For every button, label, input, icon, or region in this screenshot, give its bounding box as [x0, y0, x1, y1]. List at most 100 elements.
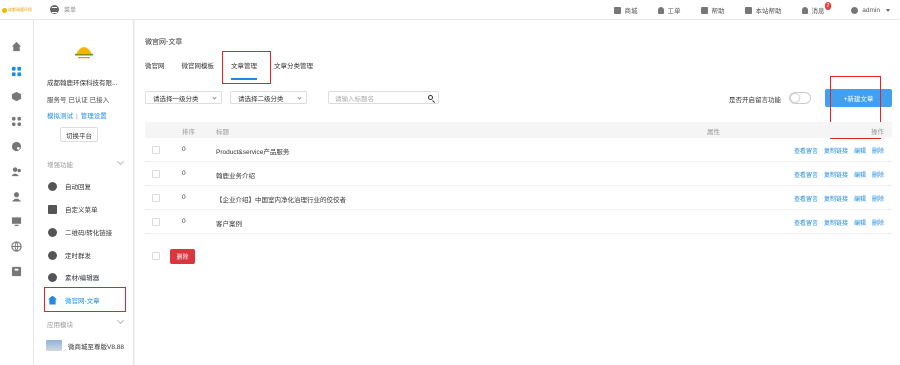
category-level2-select[interactable]: 请选择二级分类: [230, 91, 307, 104]
row-checkbox[interactable]: [152, 146, 160, 154]
article-table: 排序 标题 属性 操作 0 Product&service产品服务 查看留言 复…: [145, 122, 892, 234]
store-icon: [613, 6, 621, 14]
nav-tickets[interactable]: 工单: [657, 5, 681, 15]
sidebar-item-scheduled-send[interactable]: 定时群发: [48, 250, 91, 260]
row-actions: 查看留言 复制链接 编辑 删除: [794, 218, 884, 227]
link-separator: |: [76, 113, 78, 120]
copy-link-link[interactable]: 复制链接: [824, 194, 848, 203]
nav-messages[interactable]: 消息 2: [801, 2, 832, 15]
switch-platform-button[interactable]: 切换平台: [60, 127, 98, 142]
select-value: 请选择一级分类: [153, 95, 199, 103]
tab-article-category[interactable]: 文章分类管理: [274, 60, 313, 80]
rail-box-icon[interactable]: [11, 266, 22, 277]
nav-user[interactable]: admin: [851, 6, 890, 14]
company-logo: [73, 42, 95, 60]
icon-rail: [0, 20, 34, 365]
row-checkbox[interactable]: [152, 194, 160, 202]
section-apps-title: 应用模块: [47, 322, 73, 329]
rail-grid-icon[interactable]: [11, 116, 22, 127]
rail-user-icon[interactable]: [11, 191, 22, 202]
rail-cube-icon[interactable]: [11, 91, 22, 102]
app-logo[interactable]: 成都瑞鹿环保: [0, 0, 34, 20]
delete-link[interactable]: 删除: [872, 170, 884, 179]
row-checkbox[interactable]: [152, 170, 160, 178]
message-count-badge: 2: [824, 2, 832, 10]
row-title: 客户案例: [216, 221, 242, 228]
chevron-down-icon[interactable]: [116, 157, 125, 166]
main-panel: 微官网-文章 微官网 微官网模板 文章管理 文章分类管理 请选择一级分类 请选择…: [135, 20, 900, 365]
copy-link-link[interactable]: 复制链接: [824, 218, 848, 227]
manage-settings-link[interactable]: 管理设置: [81, 113, 107, 120]
tab-micro-site[interactable]: 微官网: [145, 60, 165, 80]
rail-globe-icon[interactable]: [11, 241, 22, 252]
delete-link[interactable]: 删除: [872, 146, 884, 155]
delete-link[interactable]: 删除: [872, 218, 884, 227]
edit-link[interactable]: 编辑: [854, 170, 866, 179]
category-level1-select[interactable]: 请选择一级分类: [145, 91, 222, 104]
highlight-box-sidebar: [44, 287, 126, 312]
chevron-down-icon[interactable]: [116, 316, 125, 325]
chevron-down-icon: [297, 95, 302, 100]
copy-link-link[interactable]: 复制链接: [824, 146, 848, 155]
edit-icon: [48, 272, 57, 282]
nav-store-label: 商城: [624, 8, 638, 15]
row-actions: 查看留言 复制链接 编辑 删除: [794, 170, 884, 179]
nav-help[interactable]: 帮助: [700, 5, 725, 15]
simulate-test-link[interactable]: 模拟测试: [47, 113, 73, 120]
nav-store[interactable]: 商城: [613, 5, 638, 15]
row-title: 【企业介绍】中国室内净化治理行业的佼佼者: [216, 197, 346, 204]
comment-toggle[interactable]: [789, 92, 811, 104]
row-order: 0: [182, 194, 186, 201]
comment-toggle-label: 是否开启留言功能: [729, 97, 781, 104]
logo-sun-icon: [2, 7, 7, 13]
search-placeholder: 请输入标题名: [335, 95, 374, 103]
view-comments-link[interactable]: 查看留言: [794, 146, 818, 155]
bulk-delete-button[interactable]: 删除: [170, 249, 195, 264]
menu-icon: [50, 5, 59, 14]
sidebar-item-materials[interactable]: 素材/编辑器: [48, 272, 99, 282]
logo-text: 成都瑞鹿环保: [8, 7, 32, 12]
copy-link-link[interactable]: 复制链接: [824, 170, 848, 179]
menu-toggle[interactable]: 菜单: [50, 5, 76, 14]
rail-users-icon[interactable]: [11, 166, 22, 177]
sidebar-item-mall-app[interactable]: 微商城至尊版V8.88: [46, 340, 124, 351]
account-links: 模拟测试 | 管理设置: [47, 110, 107, 120]
highlight-box-tab: [222, 51, 271, 84]
col-title: 标题: [216, 129, 229, 136]
rail-home-icon[interactable]: [11, 41, 22, 52]
table-row: 0 客户案例 查看留言 复制链接 编辑 删除: [145, 210, 892, 234]
top-bar: 成都瑞鹿环保 菜单 商城 工单 帮助 本站帮助 消息 2 admin: [0, 0, 900, 20]
rail-palette-icon[interactable]: [11, 141, 22, 152]
select-all-checkbox[interactable]: [152, 252, 160, 260]
edit-link[interactable]: 编辑: [854, 218, 866, 227]
rail-apps-icon[interactable]: [11, 66, 22, 77]
row-checkbox[interactable]: [152, 218, 160, 226]
user-icon: [851, 6, 859, 14]
rail-monitor-icon[interactable]: [11, 216, 22, 227]
sidebar-item-qrcode[interactable]: 二维码/转化链接: [48, 227, 112, 237]
row-actions: 查看留言 复制链接 编辑 删除: [794, 194, 884, 203]
table-header: 排序 标题 属性 操作: [145, 122, 892, 138]
toggle-knob: [791, 94, 799, 102]
col-ops: 操作: [871, 129, 884, 136]
view-comments-link[interactable]: 查看留言: [794, 218, 818, 227]
row-order: 0: [182, 146, 186, 153]
sidebar-item-auto-reply[interactable]: 自动回复: [48, 181, 91, 191]
view-comments-link[interactable]: 查看留言: [794, 194, 818, 203]
search-icon[interactable]: [428, 95, 433, 100]
top-nav: 商城 工单 帮助 本站帮助 消息 2 admin: [594, 0, 890, 20]
nav-site-help[interactable]: 本站帮助: [744, 5, 782, 15]
table-row: 0 翰鹿业务介绍 查看留言 复制链接 编辑 删除: [145, 162, 892, 186]
edit-link[interactable]: 编辑: [854, 194, 866, 203]
tab-micro-site-template[interactable]: 微官网模板: [182, 60, 215, 80]
sidebar-item-custom-menu[interactable]: 自定义菜单: [48, 204, 98, 214]
delete-link[interactable]: 删除: [872, 194, 884, 203]
title-search-input[interactable]: 请输入标题名: [328, 91, 439, 104]
sidebar-item-label: 自定义菜单: [65, 207, 98, 214]
nav-site-help-label: 本站帮助: [755, 8, 782, 15]
view-comments-link[interactable]: 查看留言: [794, 170, 818, 179]
edit-link[interactable]: 编辑: [854, 146, 866, 155]
account-name: 成都翰鹿环保科技有限...: [47, 80, 118, 87]
sidebar-item-label: 自动回复: [65, 184, 91, 191]
col-order: 排序: [182, 129, 195, 136]
